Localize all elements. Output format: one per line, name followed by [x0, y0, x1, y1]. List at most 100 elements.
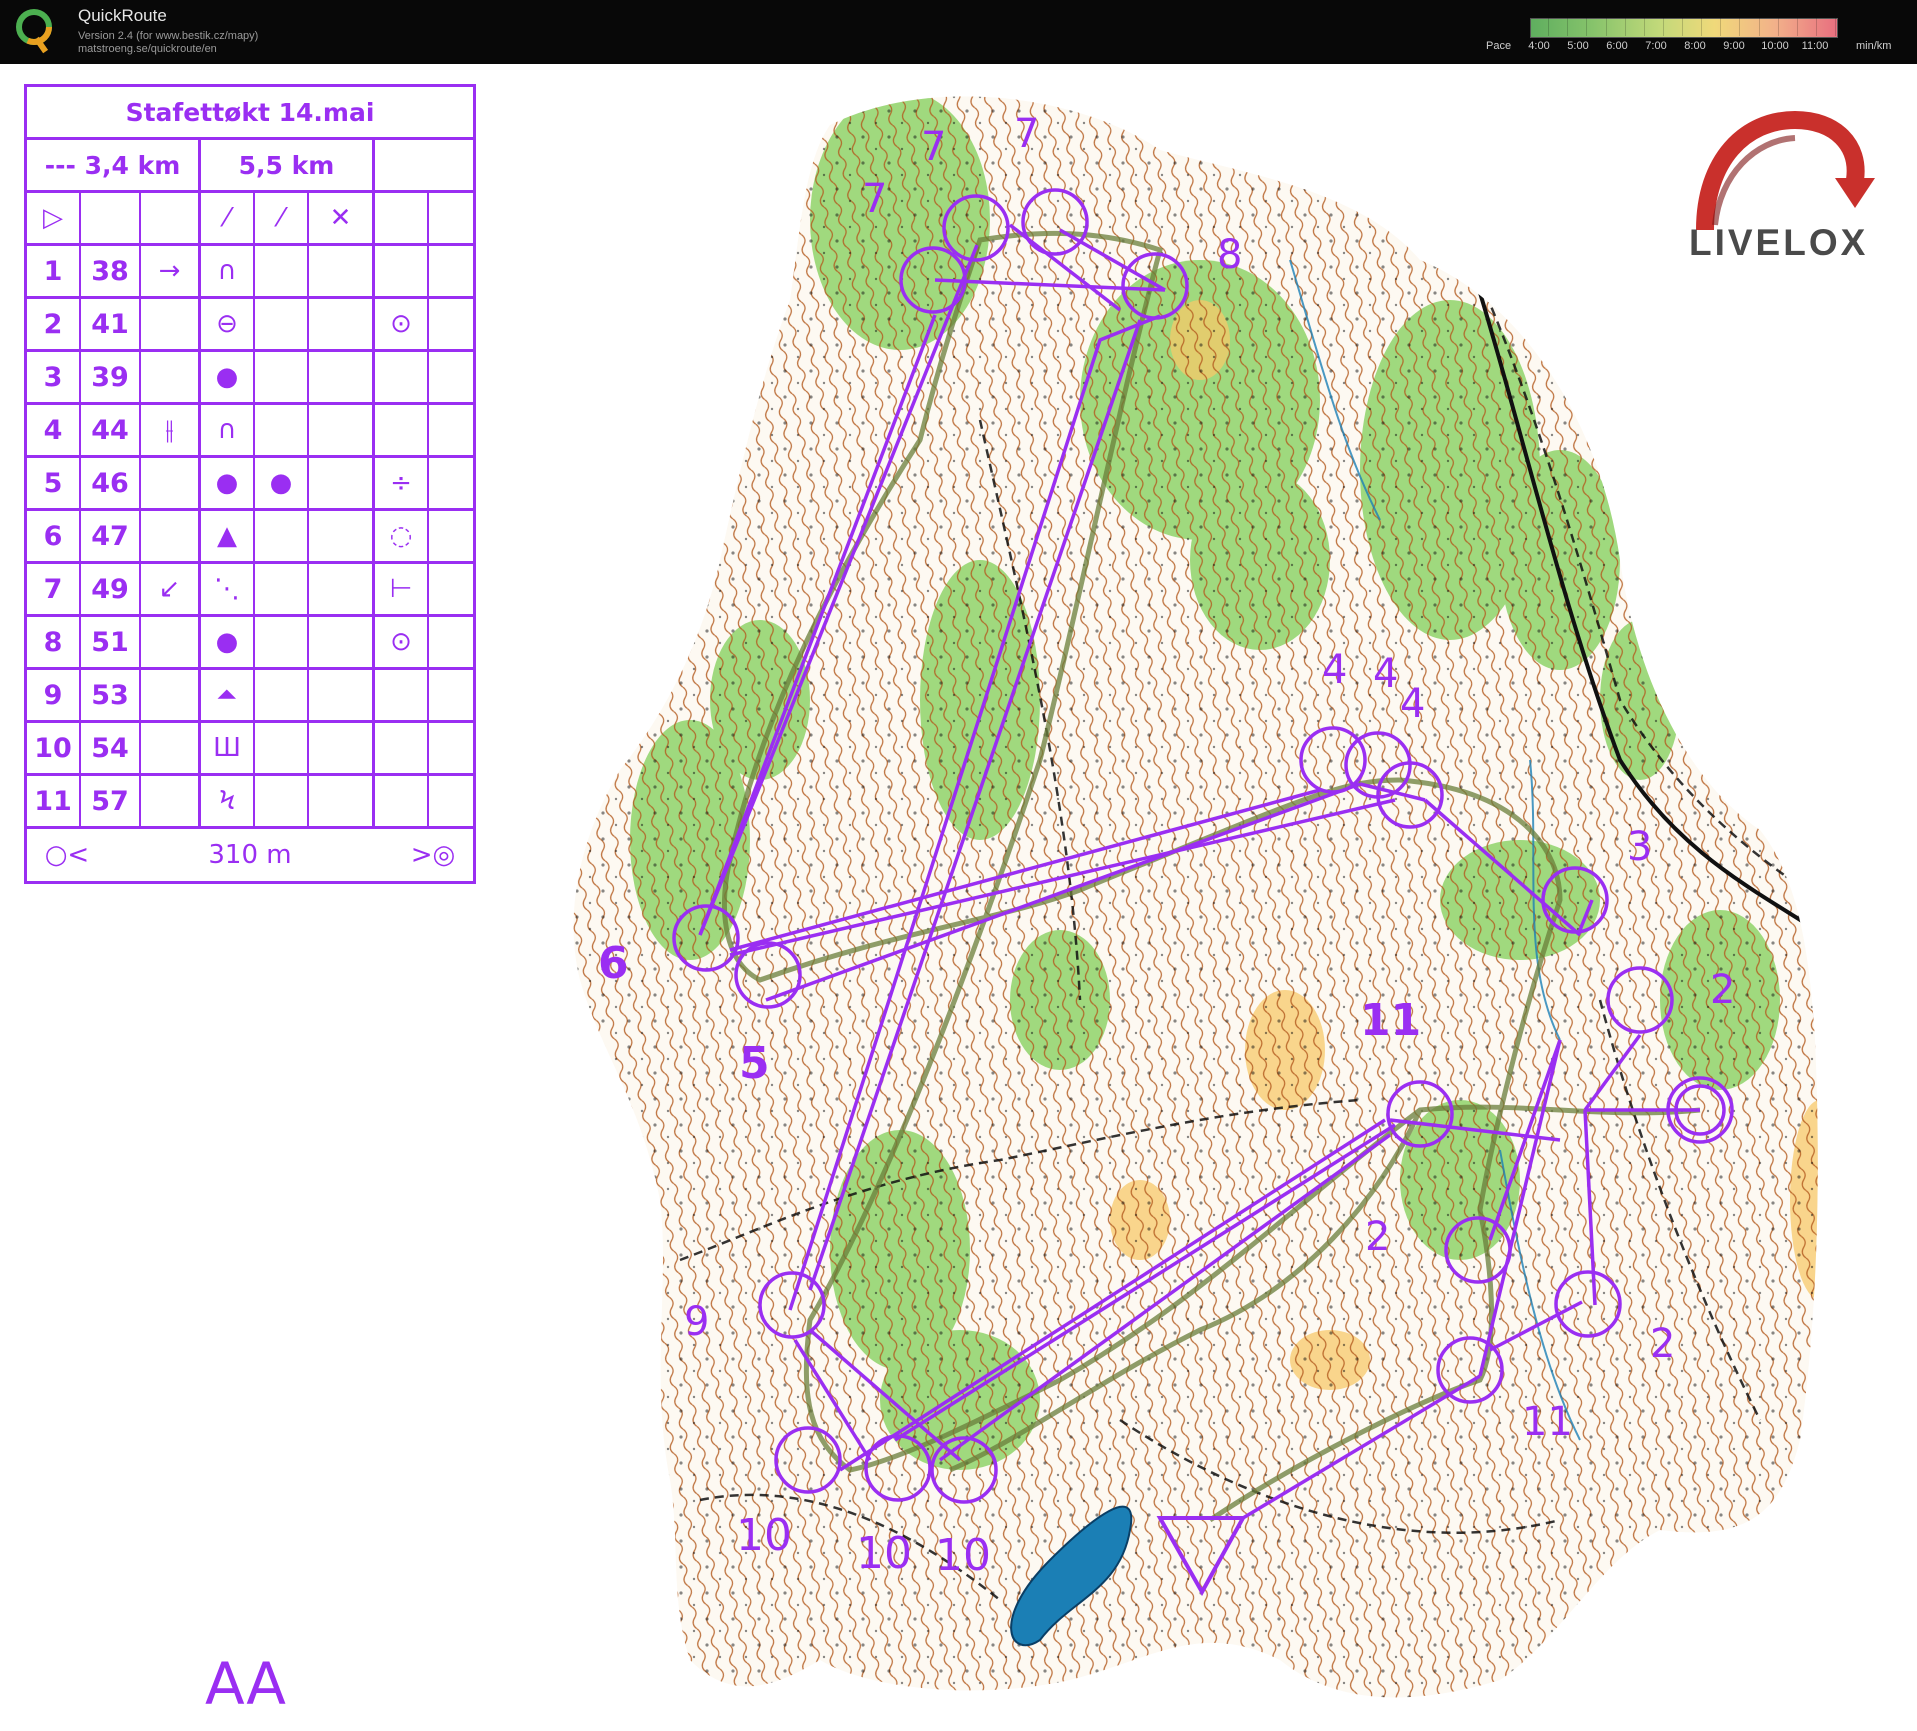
control-number: 3	[1627, 824, 1652, 870]
course-length-row: --- 3,4 km 5,5 km	[27, 140, 473, 193]
control-code-cell: 57	[81, 776, 141, 826]
control-number: 4	[1400, 681, 1425, 727]
event-title: Stafettøkt 14.mai	[125, 97, 375, 127]
arrow-right-icon: →	[141, 246, 201, 296]
depression-icon: ⊖	[201, 299, 255, 349]
control-number-cell: 11	[27, 776, 81, 826]
cross-icon: ✕	[309, 193, 375, 243]
boulder-icon: ●	[201, 458, 255, 508]
control-number: 10	[935, 1530, 991, 1581]
control-row: 8 51 ● ⊙	[27, 617, 473, 670]
control-number: 9	[684, 1299, 709, 1345]
earth-wall-icon: Ш	[201, 723, 255, 773]
control-code-cell: 38	[81, 246, 141, 296]
control-number-cell: 7	[27, 564, 81, 614]
livelox-brand: LIVELOX	[1689, 222, 1869, 263]
control-number-cell: 3	[27, 352, 81, 402]
start-row: ▷ ⁄ ⁄ ✕	[27, 193, 473, 246]
control-code-cell: 47	[81, 511, 141, 561]
control-row: 3 39 ●	[27, 352, 473, 405]
center-circle-icon: ⊙	[375, 617, 429, 667]
control-number: 6	[598, 938, 629, 989]
boulder-icon: ●	[255, 458, 309, 508]
control-code-cell: 44	[81, 405, 141, 455]
arrow-down-left-icon: ↙	[141, 564, 201, 614]
control-row: 11 57 Ϟ	[27, 776, 473, 829]
control-number: 2	[1710, 967, 1735, 1013]
knoll-icon: ∩	[201, 405, 255, 455]
control-number: 5	[739, 1038, 770, 1089]
control-description-sheet: Stafettøkt 14.mai --- 3,4 km 5,5 km ▷ ⁄ …	[24, 84, 476, 884]
rocky-pit-icon: ▲	[201, 511, 255, 561]
between-icon: ÷	[375, 458, 429, 508]
control-number: 4	[1373, 651, 1398, 697]
corner-circle-icon: ◌	[375, 511, 429, 561]
long-course-length: 5,5 km	[201, 140, 375, 190]
end-icon: ⊢	[375, 564, 429, 614]
control-number-cell: 4	[27, 405, 81, 455]
control-code-cell: 53	[81, 670, 141, 720]
course-code-label: AA	[205, 1650, 286, 1718]
control-code-cell: 41	[81, 299, 141, 349]
boulder-icon: ●	[201, 352, 255, 402]
knoll-icon: ∩	[201, 246, 255, 296]
control-row: 10 54 Ш	[27, 723, 473, 776]
control-row: 4 44 ⫲ ∩	[27, 405, 473, 458]
pace-tick: 9:00	[1723, 40, 1745, 52]
pace-tick: 7:00	[1645, 40, 1667, 52]
pace-tick: 5:00	[1567, 40, 1589, 52]
boulder-icon: ●	[201, 617, 255, 667]
finish-row: ○< 310 m >◎	[27, 829, 473, 881]
control-number-cell: 5	[27, 458, 81, 508]
control-code-cell: 46	[81, 458, 141, 508]
control-number: 4	[1322, 647, 1347, 693]
control-number: 11	[1522, 1399, 1573, 1445]
center-circle-icon: ⊙	[375, 299, 429, 349]
control-row: 2 41 ⊖ ⊙	[27, 299, 473, 352]
control-number-cell: 10	[27, 723, 81, 773]
control-number-cell: 2	[27, 299, 81, 349]
boulder-cluster-icon: ⏶	[201, 670, 255, 720]
app-version: Version 2.4 (for www.bestik.cz/mapy)	[78, 30, 259, 42]
middle-icon: ⫲	[141, 405, 201, 455]
control-row: 1 38 → ∩	[27, 246, 473, 299]
slash-icon: ⁄	[201, 193, 255, 243]
control-number: 10	[856, 1528, 912, 1579]
app-header: QuickRoute Version 2.4 (for www.bestik.c…	[0, 0, 1917, 64]
dotted-line-icon: ⋱	[201, 564, 255, 614]
pace-unit: min/km	[1856, 40, 1892, 52]
app-title: QuickRoute	[78, 6, 167, 25]
quickroute-logo-icon	[16, 9, 52, 54]
slash-icon: ⁄	[255, 193, 309, 243]
control-number: 7	[921, 124, 946, 170]
spur-icon: Ϟ	[201, 776, 255, 826]
control-row: 9 53 ⏶	[27, 670, 473, 723]
pace-scale-ticks	[1530, 18, 1836, 36]
control-number: 11	[1360, 995, 1421, 1046]
pace-tick: 8:00	[1684, 40, 1706, 52]
pace-tick: 11:00	[1801, 40, 1829, 52]
pace-label: Pace	[1486, 40, 1512, 52]
start-triangle-icon: ▷	[27, 193, 81, 243]
app-subtitle: Version 2.4 (for www.bestik.cz/mapy) mat…	[78, 30, 258, 56]
finish-icon: >◎	[410, 840, 456, 870]
pace-tick: 10:00	[1761, 40, 1789, 52]
control-code-cell: 49	[81, 564, 141, 614]
short-course-length: --- 3,4 km	[27, 140, 201, 190]
description-title-row: Stafettøkt 14.mai	[27, 87, 473, 140]
pace-tick: 4:00	[1528, 40, 1550, 52]
control-code-cell: 39	[81, 352, 141, 402]
control-number: 10	[736, 1510, 792, 1561]
control-number: 2	[1650, 1321, 1675, 1367]
control-number: 7	[1014, 111, 1039, 157]
control-number: 2	[1365, 1214, 1390, 1260]
control-number: 7	[862, 176, 887, 222]
control-number: 8	[1217, 232, 1242, 278]
control-number-cell: 9	[27, 670, 81, 720]
app-url: matstroeng.se/quickroute/en	[78, 43, 217, 55]
control-number-cell: 8	[27, 617, 81, 667]
control-row: 7 49 ↙ ⋱ ⊢	[27, 564, 473, 617]
control-code-cell: 54	[81, 723, 141, 773]
control-number-cell: 1	[27, 246, 81, 296]
control-row: 5 46 ● ● ÷	[27, 458, 473, 511]
